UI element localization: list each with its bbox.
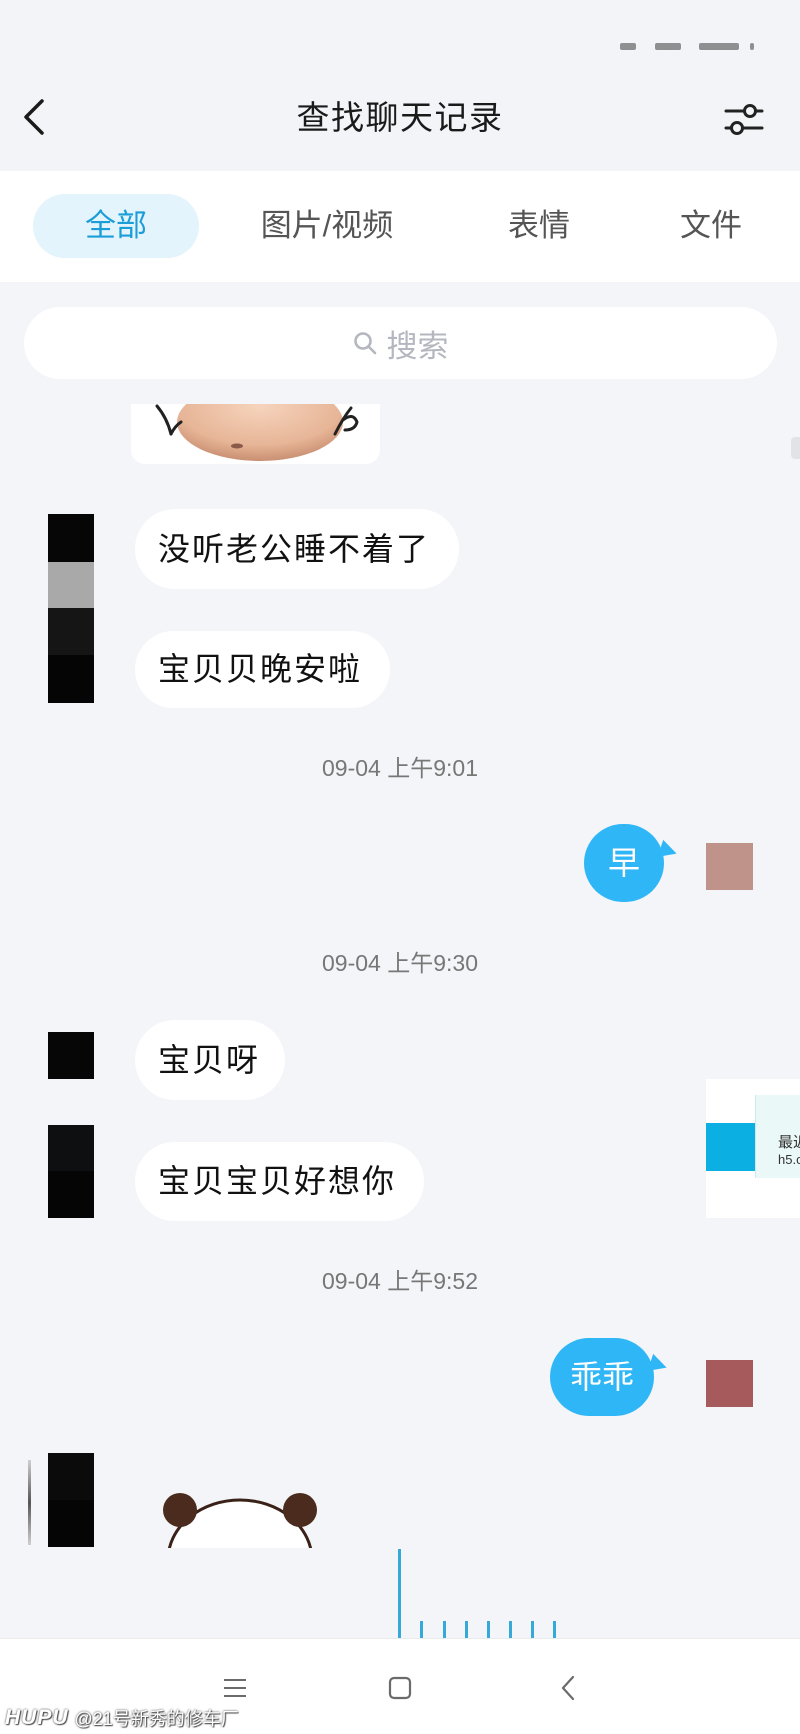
edge-shadow-line <box>28 1460 31 1545</box>
avatar-pixel-block <box>48 1453 94 1500</box>
audio-wave-bar <box>553 1621 556 1638</box>
message-bubble[interactable]: 没听老公睡不着了 <box>135 509 459 589</box>
outgoing-message-bubble[interactable]: 乖乖 <box>550 1338 654 1416</box>
search-icon <box>353 332 376 355</box>
message-bubble[interactable]: 宝贝宝贝好想你 <box>135 1142 424 1221</box>
menu-icon[interactable] <box>223 1678 247 1698</box>
my-avatar[interactable] <box>706 1360 753 1407</box>
avatar-pixel-block <box>48 608 94 655</box>
tab-stickers[interactable]: 表情 <box>479 194 599 258</box>
watermark-brand: HUPU <box>5 1706 69 1729</box>
watermark-handle: @21号新秀的修车厂 <box>74 1709 239 1729</box>
wifi-icon <box>655 43 681 50</box>
header-bar: 查找聊天记录 <box>0 0 800 171</box>
avatar-pixel-block <box>48 514 94 562</box>
home-icon[interactable] <box>388 1676 412 1700</box>
battery-icon <box>699 43 739 50</box>
floating-widget-title: 最近 <box>778 1134 800 1151</box>
audio-wave-bar <box>465 1621 468 1638</box>
audio-wave-bar <box>398 1549 401 1638</box>
page-title: 查找聊天记录 <box>296 99 504 136</box>
contact-avatar[interactable] <box>48 1125 94 1218</box>
tab-images-videos[interactable]: 图片/视频 <box>247 194 407 258</box>
outgoing-message-bubble[interactable]: 早 <box>584 824 664 902</box>
floating-widget-url: h5.c <box>778 1152 800 1167</box>
belly-sticker[interactable] <box>131 404 380 464</box>
floating-widget[interactable]: 最近 h5.c <box>706 1079 800 1218</box>
watermark: HUPU @21号新秀的修车厂 <box>5 1705 239 1731</box>
sliders-icon[interactable] <box>722 99 766 139</box>
message-timestamp: 09-04 上午9:52 <box>322 1268 478 1294</box>
tab-files[interactable]: 文件 <box>651 194 771 258</box>
avatar-pixel-block <box>48 1032 94 1079</box>
search-input[interactable]: 搜索 <box>24 307 777 379</box>
message-timestamp: 09-04 上午9:30 <box>322 950 478 976</box>
floating-widget-band <box>706 1123 755 1171</box>
audio-wave-bar <box>509 1621 512 1638</box>
message-bubble[interactable]: 宝贝呀 <box>135 1020 285 1100</box>
avatar-pixel-block <box>48 1500 94 1547</box>
signal-icon <box>620 43 636 50</box>
floating-widget-panel[interactable]: 最近 h5.c <box>755 1095 800 1178</box>
tab-all[interactable]: 全部 <box>33 194 199 258</box>
scroll-indicator[interactable] <box>791 437 800 459</box>
avatar-pixel-block <box>48 1171 94 1218</box>
contact-avatar[interactable] <box>48 514 94 703</box>
avatar-pixel-block <box>48 562 94 608</box>
message-timestamp: 09-04 上午9:01 <box>322 755 478 781</box>
chevron-left-icon[interactable] <box>18 97 50 137</box>
audio-wave-bar <box>531 1621 534 1638</box>
avatar-pixel-block <box>48 655 94 703</box>
audio-wave-bar <box>420 1621 423 1638</box>
back-icon[interactable] <box>560 1675 576 1701</box>
contact-avatar[interactable] <box>48 1032 94 1079</box>
panda-sticker[interactable] <box>150 1488 330 1548</box>
audio-wave-bar <box>487 1621 490 1638</box>
status-dot <box>750 43 754 50</box>
my-avatar[interactable] <box>706 843 753 890</box>
contact-avatar[interactable] <box>48 1453 94 1547</box>
message-bubble[interactable]: 宝贝贝晚安啦 <box>135 631 390 708</box>
avatar-pixel-block <box>48 1125 94 1171</box>
filter-tabs: 全部 图片/视频 表情 文件 <box>0 171 800 282</box>
audio-wave-bar <box>443 1621 446 1638</box>
search-placeholder: 搜索 <box>386 328 449 364</box>
